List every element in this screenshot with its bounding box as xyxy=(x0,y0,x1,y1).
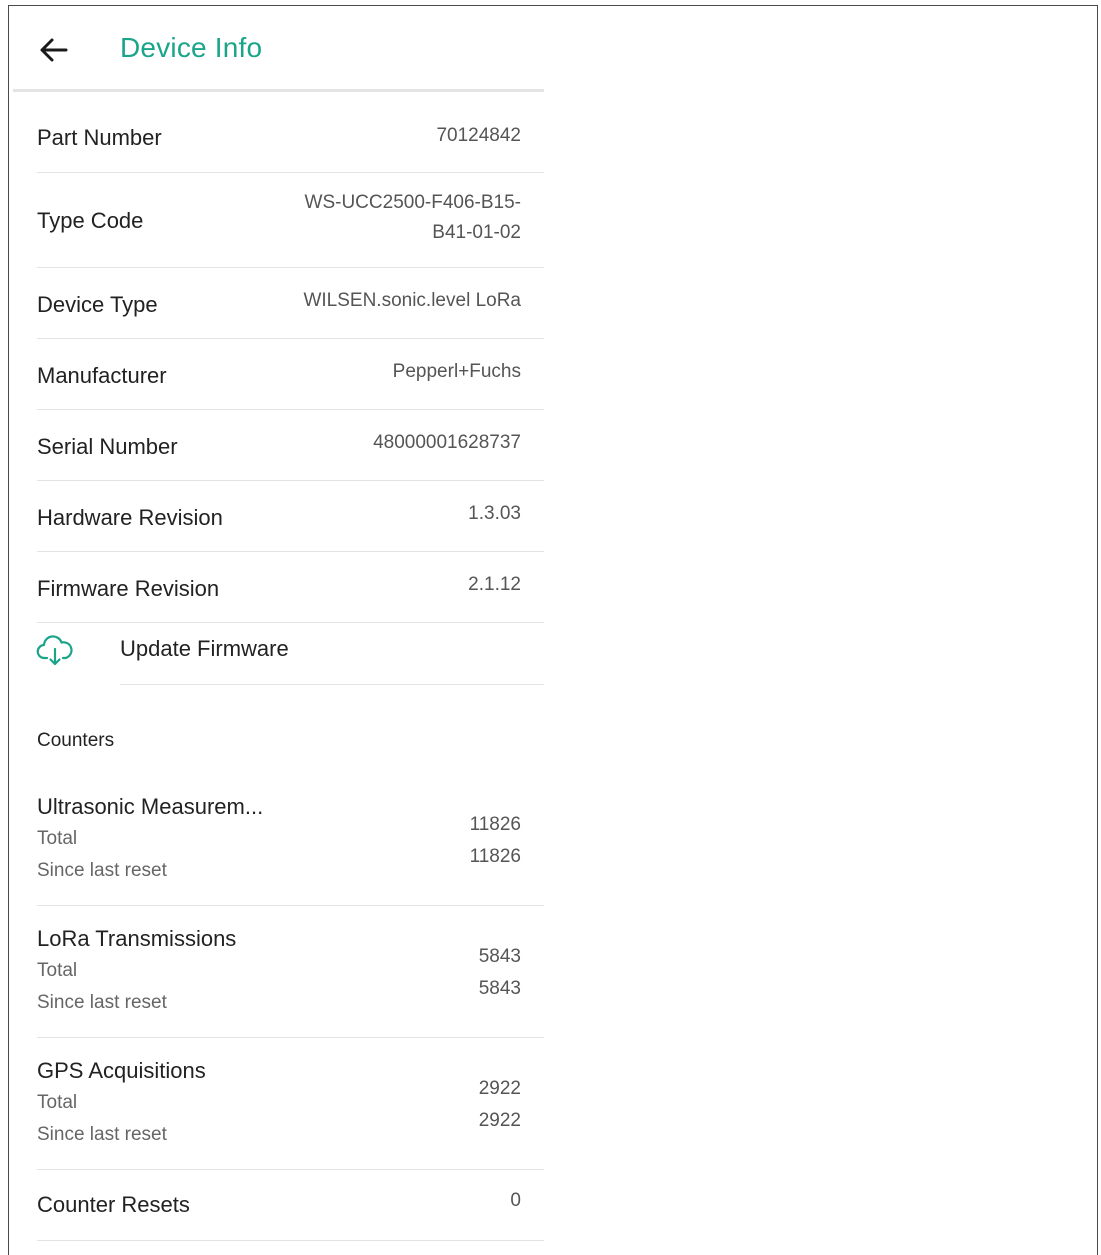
row-firmware-revision: Firmware Revision 2.1.12 xyxy=(37,552,544,623)
cloud-download-icon xyxy=(36,635,73,666)
counter-reset-label: Since last reset xyxy=(37,992,167,1013)
counter-total-value: 5843 xyxy=(478,946,521,967)
label-firmware-revision: Firmware Revision xyxy=(37,576,220,601)
label-serial-number: Serial Number xyxy=(37,434,178,459)
divider xyxy=(120,684,544,685)
label-manufacturer: Manufacturer xyxy=(37,363,167,388)
counter-title: LoRa Transmissions xyxy=(37,926,237,951)
row-type-code: Type Code WS-UCC2500-F406-B15- B41-01-02 xyxy=(37,173,544,268)
counter-reset-value: 11826 xyxy=(469,846,521,867)
counter-total-value: 11826 xyxy=(469,814,521,835)
value-part-number: 70124842 xyxy=(436,125,521,146)
app-header: Device Info xyxy=(13,6,544,92)
row-device-type: Device Type WILSEN.sonic.level LoRa xyxy=(37,268,544,339)
label-hardware-revision: Hardware Revision xyxy=(37,505,223,530)
value-type-code-line2: B41-01-02 xyxy=(432,222,521,243)
back-button[interactable] xyxy=(35,32,71,68)
value-serial-number: 48000001628737 xyxy=(373,432,521,453)
label-counter-resets: Counter Resets xyxy=(37,1192,190,1217)
device-info-panel: Device Info Part Number 70124842 Type Co… xyxy=(13,6,544,1250)
label-device-type: Device Type xyxy=(37,292,158,317)
row-manufacturer: Manufacturer Pepperl+Fuchs xyxy=(37,339,544,410)
counter-total-label: Total xyxy=(37,960,78,981)
counter-ultrasonic: Ultrasonic Measurem... Total Since last … xyxy=(37,794,544,906)
row-part-number: Part Number 70124842 xyxy=(37,92,544,173)
update-firmware-label: Update Firmware xyxy=(120,636,289,661)
value-manufacturer: Pepperl+Fuchs xyxy=(392,361,521,382)
row-counter-resets: Counter Resets 0 xyxy=(37,1170,544,1241)
counter-total-label: Total xyxy=(37,828,78,849)
counter-title: Ultrasonic Measurem... xyxy=(37,794,264,819)
counters-section-title: Counters xyxy=(37,730,115,751)
counter-lora: LoRa Transmissions Total Since last rese… xyxy=(37,926,544,1038)
value-counter-resets: 0 xyxy=(510,1190,521,1211)
value-device-type: WILSEN.sonic.level LoRa xyxy=(303,290,521,311)
counter-title: GPS Acquisitions xyxy=(37,1058,206,1083)
value-firmware-revision: 2.1.12 xyxy=(468,574,521,595)
row-serial-number: Serial Number 48000001628737 xyxy=(37,410,544,481)
row-hardware-revision: Hardware Revision 1.3.03 xyxy=(37,481,544,552)
counter-reset-label: Since last reset xyxy=(37,860,167,881)
value-type-code-line1: WS-UCC2500-F406-B15- xyxy=(304,192,521,213)
page-title: Device Info xyxy=(120,32,263,63)
label-part-number: Part Number xyxy=(37,125,162,150)
counter-reset-label: Since last reset xyxy=(37,1124,167,1145)
counter-gps: GPS Acquisitions Total Since last reset … xyxy=(37,1058,544,1170)
value-type-code: WS-UCC2500-F406-B15- B41-01-02 xyxy=(305,188,521,248)
label-type-code: Type Code xyxy=(37,208,144,233)
counter-total-value: 2922 xyxy=(478,1078,521,1099)
value-hardware-revision: 1.3.03 xyxy=(468,503,521,524)
counter-total-label: Total xyxy=(37,1092,78,1113)
counter-reset-value: 5843 xyxy=(478,978,521,999)
counter-reset-value: 2922 xyxy=(478,1110,521,1131)
update-firmware-button[interactable]: Update Firmware xyxy=(13,620,544,685)
arrow-left-icon xyxy=(40,38,68,62)
